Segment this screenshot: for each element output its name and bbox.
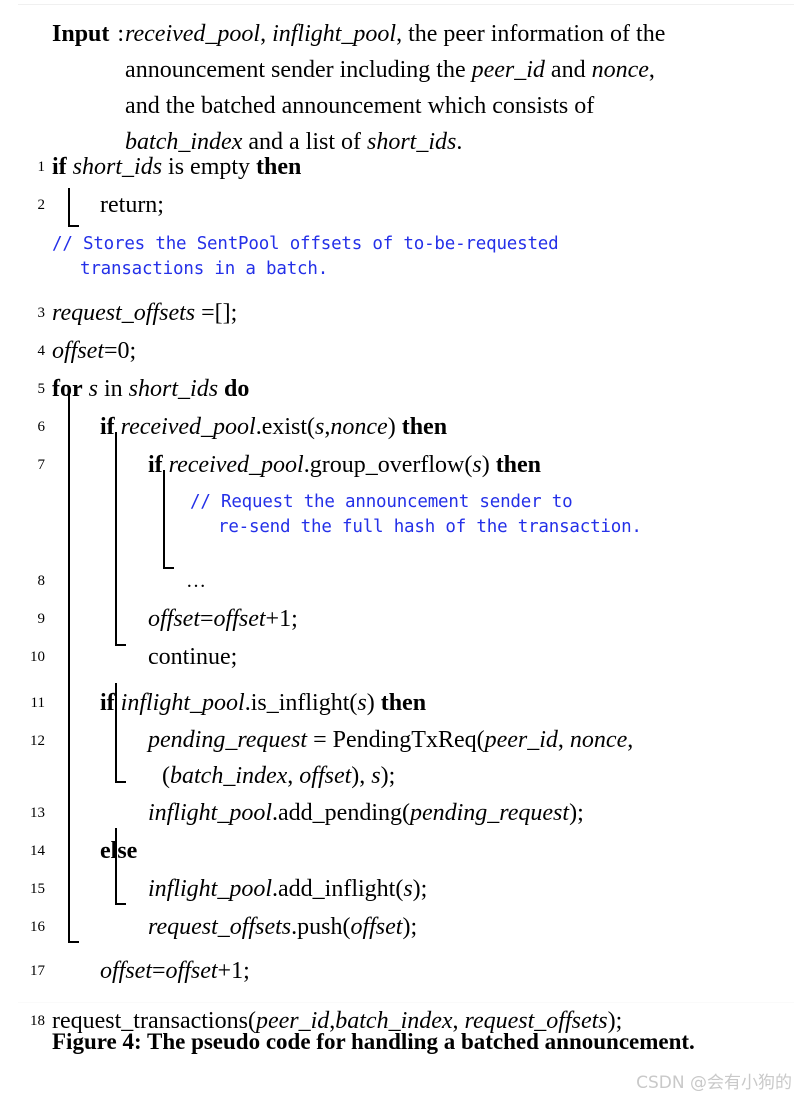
code-text: if received_pool.group_overflow(s) then (148, 452, 542, 478)
line-number: 1 (37, 159, 46, 175)
code-row: 15 inflight_pool.add_inflight(s); (0, 870, 808, 908)
line-number: 6 (37, 419, 46, 435)
code-text: offset=offset+1; (148, 606, 298, 632)
line-number: 3 (37, 305, 46, 321)
code-text: request_offsets.push(offset); (148, 914, 418, 940)
code-row: 14 else (0, 832, 808, 870)
line-number: 16 (30, 919, 45, 935)
line-number: 7 (37, 457, 46, 473)
line-number: 18 (30, 1013, 45, 1029)
code-row: 7 if received_pool.group_overflow(s) the… (0, 446, 808, 484)
input-description: received_pool, inflight_pool, the peer i… (125, 21, 666, 155)
algorithm-figure: Input : received_pool, inflight_pool, th… (0, 0, 808, 1104)
code-row: 4 offset=0; (0, 332, 808, 370)
code-row-comment: // Request the announcement sender to re… (0, 484, 808, 562)
code-row: 16 request_offsets.push(offset); (0, 908, 808, 946)
code-text: if short_ids is empty then (52, 154, 302, 180)
line-number: 4 (37, 343, 46, 359)
input-header: Input : received_pool, inflight_pool, th… (52, 16, 752, 160)
code-text: offset=offset+1; (100, 958, 250, 984)
code-row: 5 for s in short_ids do (0, 370, 808, 408)
figure-caption: Figure 4: The pseudo code for handling a… (52, 1029, 695, 1054)
line-number: 10 (30, 649, 45, 665)
code-text: else (100, 838, 138, 864)
code-row: 10 continue; (0, 638, 808, 676)
code-text: return; (100, 192, 164, 218)
line-number: 2 (37, 197, 46, 213)
line-number: 14 (30, 843, 45, 859)
line-number: 17 (30, 963, 45, 979)
code-text: if received_pool.exist(s,nonce) then (100, 414, 448, 440)
code-text: if inflight_pool.is_inflight(s) then (100, 690, 427, 716)
code-row: 12 pending_request = PendingTxReq(peer_i… (0, 722, 808, 794)
comment-block: // Request the announcement sender to re… (190, 490, 808, 540)
comment-line: transactions in a batch. (80, 259, 329, 279)
comment-line: // Request the announcement sender to (190, 492, 573, 512)
code-row-comment: // Stores the SentPool offsets of to-be-… (0, 224, 808, 294)
pseudocode-body: 1 if short_ids is empty then 2 return; /… (0, 148, 808, 1040)
code-row: 17 offset=offset+1; (0, 952, 808, 990)
code-text: inflight_pool.add_inflight(s); (148, 876, 428, 902)
line-number: 5 (37, 381, 46, 397)
code-text: inflight_pool.add_pending(pending_reques… (148, 800, 584, 826)
input-colon: : (117, 21, 125, 47)
code-row: 8 … (0, 562, 808, 600)
comment-block: // Stores the SentPool offsets of to-be-… (52, 232, 808, 282)
code-row: 11 if inflight_pool.is_inflight(s) then (0, 684, 808, 722)
line-number: 11 (30, 695, 45, 711)
watermark: CSDN @会有小狗的 (636, 1073, 792, 1093)
code-row: 3 request_offsets =[]; (0, 294, 808, 332)
code-text: request_offsets =[]; (52, 300, 238, 326)
line-number: 12 (30, 733, 45, 749)
line-number: 13 (30, 805, 45, 821)
code-text: for s in short_ids do (52, 376, 250, 402)
input-label: Input (52, 21, 110, 47)
code-row: 13 inflight_pool.add_pending(pending_req… (0, 794, 808, 832)
code-text: … (186, 570, 206, 592)
code-text: offset=0; (52, 338, 137, 364)
comment-line: // Stores the SentPool offsets of to-be-… (52, 234, 559, 254)
line-number: 8 (37, 573, 46, 589)
line-number: 15 (30, 881, 45, 897)
code-row: 2 return; (0, 186, 808, 224)
code-row: 6 if received_pool.exist(s,nonce) then (0, 408, 808, 446)
comment-line: re-send the full hash of the transaction… (218, 517, 642, 537)
top-rule (18, 4, 794, 5)
line-number: 9 (37, 611, 46, 627)
code-text: continue; (148, 644, 238, 670)
code-row: 9 offset=offset+1; (0, 600, 808, 638)
code-row: 1 if short_ids is empty then (0, 148, 808, 186)
code-text: pending_request = PendingTxReq(peer_id, … (148, 727, 634, 789)
